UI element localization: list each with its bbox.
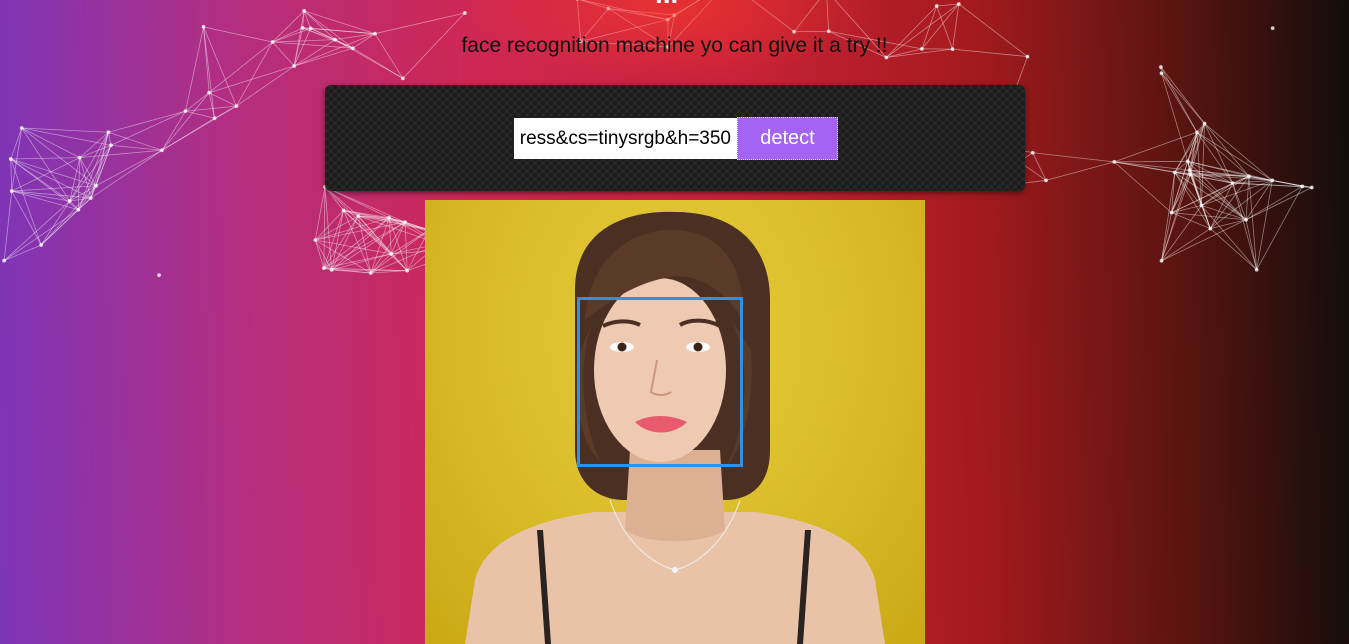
face-bounding-box [577,297,743,467]
page-subtitle: face recognition machine yo can give it … [461,34,888,57]
image-url-form: detect [325,85,1025,191]
detect-button[interactable]: detect [737,117,838,160]
page-title-fragment: ... [655,0,678,8]
result-image [425,200,925,644]
image-url-input[interactable] [514,118,737,159]
